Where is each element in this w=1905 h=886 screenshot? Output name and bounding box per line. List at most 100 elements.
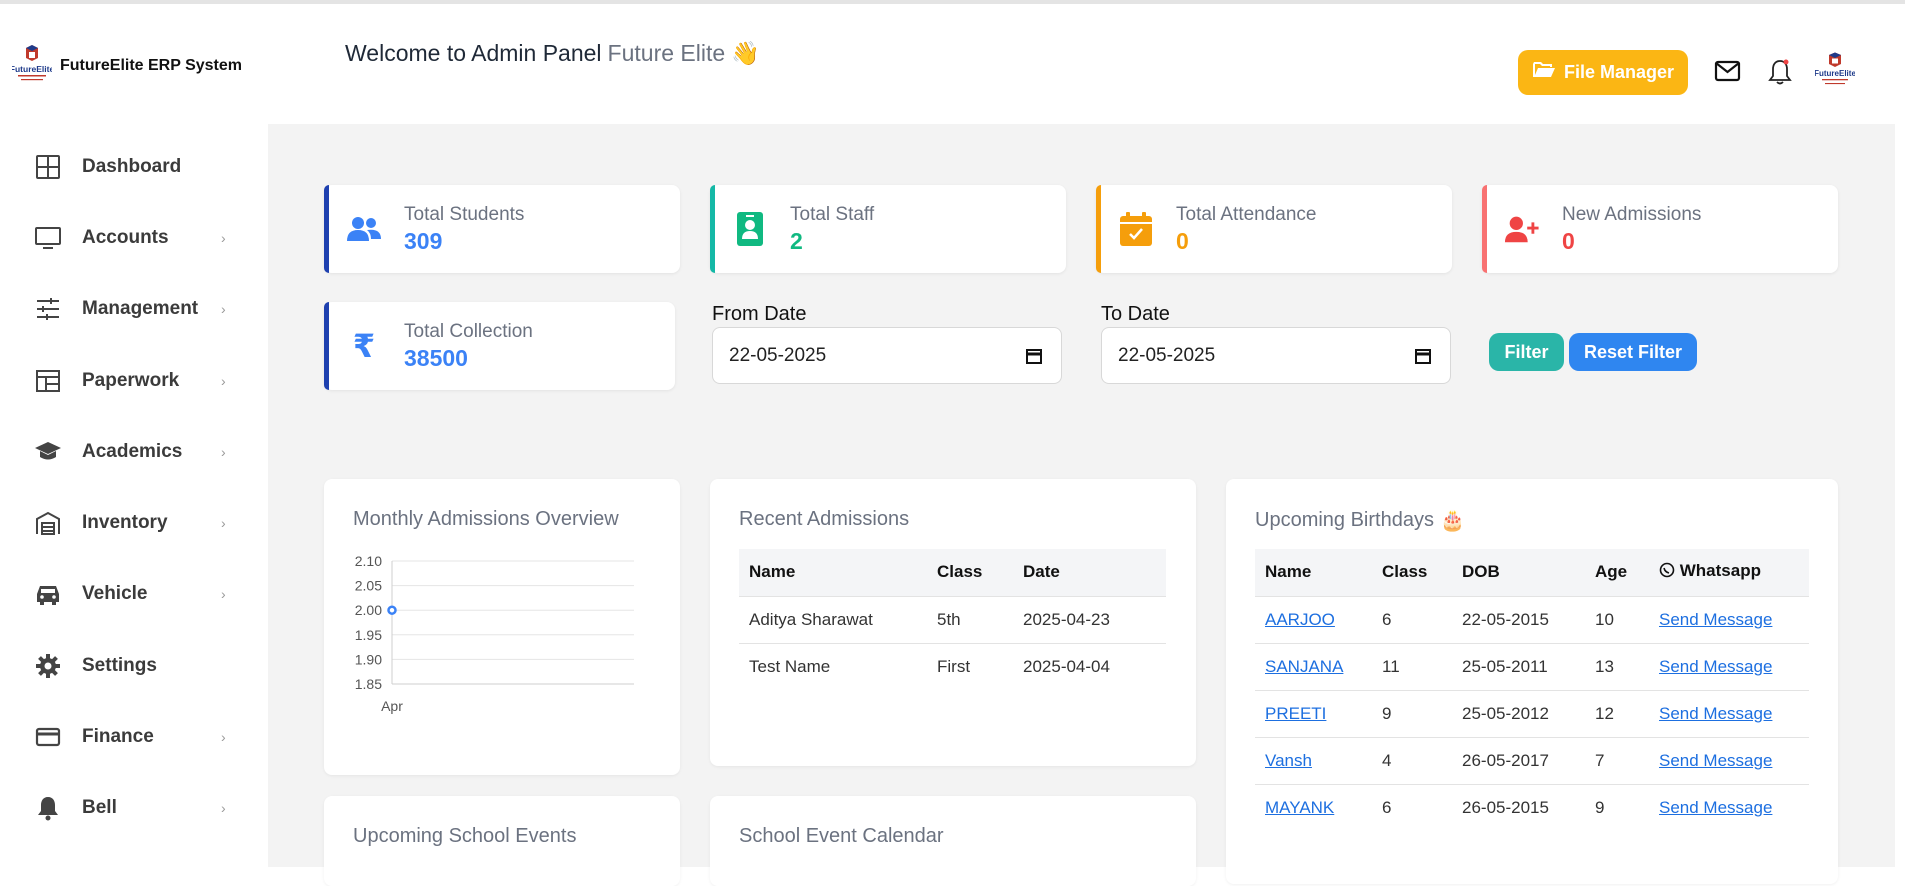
stat-label: Total Collection <box>404 321 533 342</box>
sidebar-item-label: Bell <box>82 797 117 819</box>
stat-card-staff[interactable]: Total Staff 2 <box>710 185 1066 273</box>
stat-label: Total Students <box>404 204 525 225</box>
cell-name: Aditya Sharawat <box>739 595 927 643</box>
sidebar-item-label: Finance <box>82 726 154 748</box>
cell-class: 11 <box>1372 642 1452 690</box>
sidebar-item-paperwork[interactable]: Paperwork › <box>0 345 268 416</box>
cell-date: 2025-04-04 <box>1013 642 1166 690</box>
data-point <box>387 605 397 615</box>
recent-admissions-table: Name Class Date Aditya Sharawat 5th 2025… <box>739 549 1166 690</box>
grid-icon <box>34 153 62 181</box>
recent-admissions-card: Recent Admissions Name Class Date Aditya… <box>710 479 1196 766</box>
sidebar-item-settings[interactable]: Settings <box>0 630 268 701</box>
file-manager-button[interactable]: File Manager <box>1518 50 1688 95</box>
stat-card-admissions[interactable]: New Admissions 0 <box>1482 185 1838 273</box>
sidebar-item-label: Academics <box>82 440 183 462</box>
cell-age: 10 <box>1585 595 1649 643</box>
cell-date: 2025-04-23 <box>1013 595 1166 643</box>
sidebar-item-vehicle[interactable]: Vehicle › <box>0 559 268 630</box>
send-message-link[interactable]: Send Message <box>1659 657 1772 676</box>
send-message-link[interactable]: Send Message <box>1659 704 1772 723</box>
stat-value: 309 <box>404 228 443 254</box>
sidebar-item-management[interactable]: Management › <box>0 274 268 345</box>
svg-text:FutureElite: FutureElite <box>1815 69 1855 78</box>
user-plus-icon <box>1504 211 1540 247</box>
stat-value: 0 <box>1562 228 1575 254</box>
column-header: Whatsapp <box>1649 549 1809 596</box>
credit-card-icon <box>34 723 62 751</box>
stat-card-students[interactable]: Total Students 309 <box>324 185 680 273</box>
student-name-link[interactable]: AARJOO <box>1265 610 1335 629</box>
table-row[interactable]: Test Name First 2025-04-04 <box>739 642 1166 690</box>
stat-value: 38500 <box>404 345 468 371</box>
cake-icon: 🎂 <box>1439 510 1465 532</box>
sidebar-item-label: Vehicle <box>82 583 148 605</box>
cell-age: 12 <box>1585 689 1649 737</box>
column-header: Age <box>1585 549 1649 596</box>
graduation-cap-icon <box>34 438 62 466</box>
sidebar-item-inventory[interactable]: Inventory › <box>0 487 268 558</box>
file-manager-label: File Manager <box>1563 62 1675 82</box>
whatsapp-header-label: Whatsapp <box>1679 561 1761 581</box>
chevron-right-icon: › <box>221 372 226 389</box>
student-name-link[interactable]: MAYANK <box>1265 798 1334 817</box>
from-date-label: From Date <box>712 303 807 325</box>
upcoming-events-card: Upcoming School Events <box>324 796 680 886</box>
svg-text:FutureElite: FutureElite <box>12 64 52 74</box>
send-message-link[interactable]: Send Message <box>1659 798 1772 817</box>
birthdays-title: Upcoming Birthdays <box>1255 509 1434 531</box>
column-header: DOB <box>1452 549 1585 596</box>
stat-card-attendance[interactable]: Total Attendance 0 <box>1096 185 1452 273</box>
reset-filter-button[interactable]: Reset Filter <box>1569 333 1697 371</box>
sidebar-item-accounts[interactable]: Accounts › <box>0 202 268 273</box>
student-name-link[interactable]: SANJANA <box>1265 657 1343 676</box>
student-name-link[interactable]: Vansh <box>1265 751 1312 770</box>
sidebar-nav: Dashboard Accounts › Management › Paperw… <box>0 131 268 844</box>
sidebar-item-dashboard[interactable]: Dashboard <box>0 131 268 202</box>
avatar[interactable]: FutureElite <box>1814 52 1856 97</box>
student-name-link[interactable]: PREETI <box>1265 704 1326 723</box>
brand[interactable]: FutureElite FutureElite ERP System <box>10 44 242 88</box>
chevron-right-icon: › <box>221 515 226 532</box>
sidebar-item-bell[interactable]: Bell › <box>0 773 268 844</box>
layout-icon <box>34 367 62 395</box>
send-message-link[interactable]: Send Message <box>1659 751 1772 770</box>
sidebar-item-label: Management <box>82 298 199 320</box>
wave-icon: 👋 <box>731 40 760 66</box>
chevron-right-icon: › <box>221 586 226 603</box>
table-header-row: Name Class Date <box>739 549 1166 596</box>
x-tick-label: Apr <box>381 698 403 714</box>
filter-button[interactable]: Filter <box>1489 333 1564 371</box>
cell-class: First <box>927 642 1013 690</box>
y-tick-label: 2.05 <box>355 578 382 594</box>
cell-dob: 25-05-2011 <box>1452 642 1585 690</box>
sidebar: FutureElite FutureElite ERP System Dashb… <box>0 4 268 867</box>
calendar-icon[interactable] <box>1025 347 1043 371</box>
chevron-right-icon: › <box>221 301 226 318</box>
cell-class: 4 <box>1372 736 1452 784</box>
to-date-input[interactable]: 22-05-2025 <box>1101 327 1451 384</box>
stat-label: Total Staff <box>790 204 875 225</box>
calendar-icon[interactable] <box>1414 347 1432 371</box>
accent-bar <box>1482 185 1487 273</box>
gear-icon <box>34 652 62 680</box>
accent-bar <box>324 185 329 273</box>
sidebar-item-academics[interactable]: Academics › <box>0 416 268 487</box>
y-tick-label: 1.85 <box>355 676 382 692</box>
notification-bell-icon[interactable] <box>1767 58 1793 91</box>
table-row: AARJOO 6 22-05-2015 10 Send Message <box>1255 595 1809 643</box>
from-date-input[interactable]: 22-05-2025 <box>712 327 1062 384</box>
cell-dob: 25-05-2012 <box>1452 689 1585 737</box>
column-header: Name <box>1255 549 1372 596</box>
table-row[interactable]: Aditya Sharawat 5th 2025-04-23 <box>739 595 1166 643</box>
stat-label: Total Attendance <box>1176 204 1317 225</box>
chevron-right-icon: › <box>221 729 226 746</box>
birthdays-table: Name Class DOB Age Whatsapp AARJOO 6 22-… <box>1255 549 1809 831</box>
brand-name: FutureElite ERP System <box>60 57 242 74</box>
stat-card-collection[interactable]: ₹ Total Collection 38500 <box>324 302 675 390</box>
column-header: Class <box>1372 549 1452 596</box>
send-message-link[interactable]: Send Message <box>1659 610 1772 629</box>
users-icon <box>346 211 382 247</box>
sidebar-item-finance[interactable]: Finance › <box>0 701 268 772</box>
mail-icon[interactable] <box>1714 60 1741 87</box>
